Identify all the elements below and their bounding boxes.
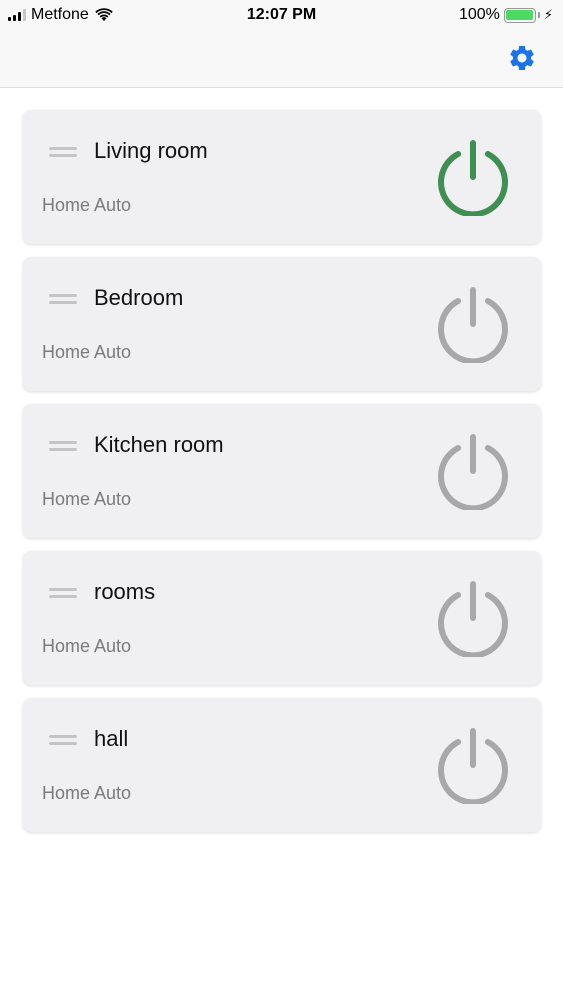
room-card[interactable]: hall Home Auto bbox=[23, 698, 541, 832]
room-name: rooms bbox=[94, 579, 156, 604]
room-subtitle: Home Auto bbox=[42, 342, 132, 362]
charging-icon: ⚡ bbox=[543, 7, 553, 22]
power-icon[interactable] bbox=[435, 434, 511, 510]
room-subtitle: Home Auto bbox=[42, 636, 132, 656]
battery-icon bbox=[503, 7, 536, 23]
power-icon[interactable] bbox=[435, 287, 511, 363]
room-subtitle: Home Auto bbox=[42, 195, 132, 215]
room-name: Bedroom bbox=[94, 285, 184, 310]
room-card[interactable]: Bedroom Home Auto bbox=[23, 257, 541, 391]
drag-handle-icon[interactable] bbox=[49, 147, 77, 157]
room-card[interactable]: Living room Home Auto bbox=[23, 110, 541, 244]
drag-handle-icon[interactable] bbox=[49, 588, 77, 598]
drag-handle-icon[interactable] bbox=[49, 441, 77, 451]
gear-icon[interactable] bbox=[507, 43, 537, 73]
drag-handle-icon[interactable] bbox=[49, 294, 77, 304]
power-icon[interactable] bbox=[435, 728, 511, 804]
drag-handle-icon[interactable] bbox=[49, 735, 77, 745]
power-icon[interactable] bbox=[435, 140, 511, 216]
room-subtitle: Home Auto bbox=[42, 489, 132, 509]
room-name: hall bbox=[94, 726, 129, 751]
battery-percent: 100% bbox=[458, 6, 500, 23]
room-name: Living room bbox=[94, 138, 208, 163]
power-icon[interactable] bbox=[435, 581, 511, 657]
status-bar: Metfone 12:07 PM 100% ⚡ bbox=[0, 0, 563, 30]
room-list: Living room Home Auto Bedroom Home Auto … bbox=[23, 110, 541, 845]
room-card[interactable]: Kitchen room Home Auto bbox=[23, 404, 541, 538]
room-name: Kitchen room bbox=[94, 432, 224, 457]
nav-bar bbox=[0, 30, 563, 88]
room-subtitle: Home Auto bbox=[42, 783, 132, 803]
room-card[interactable]: rooms Home Auto bbox=[23, 551, 541, 685]
status-right: 100% ⚡ bbox=[459, 6, 553, 24]
